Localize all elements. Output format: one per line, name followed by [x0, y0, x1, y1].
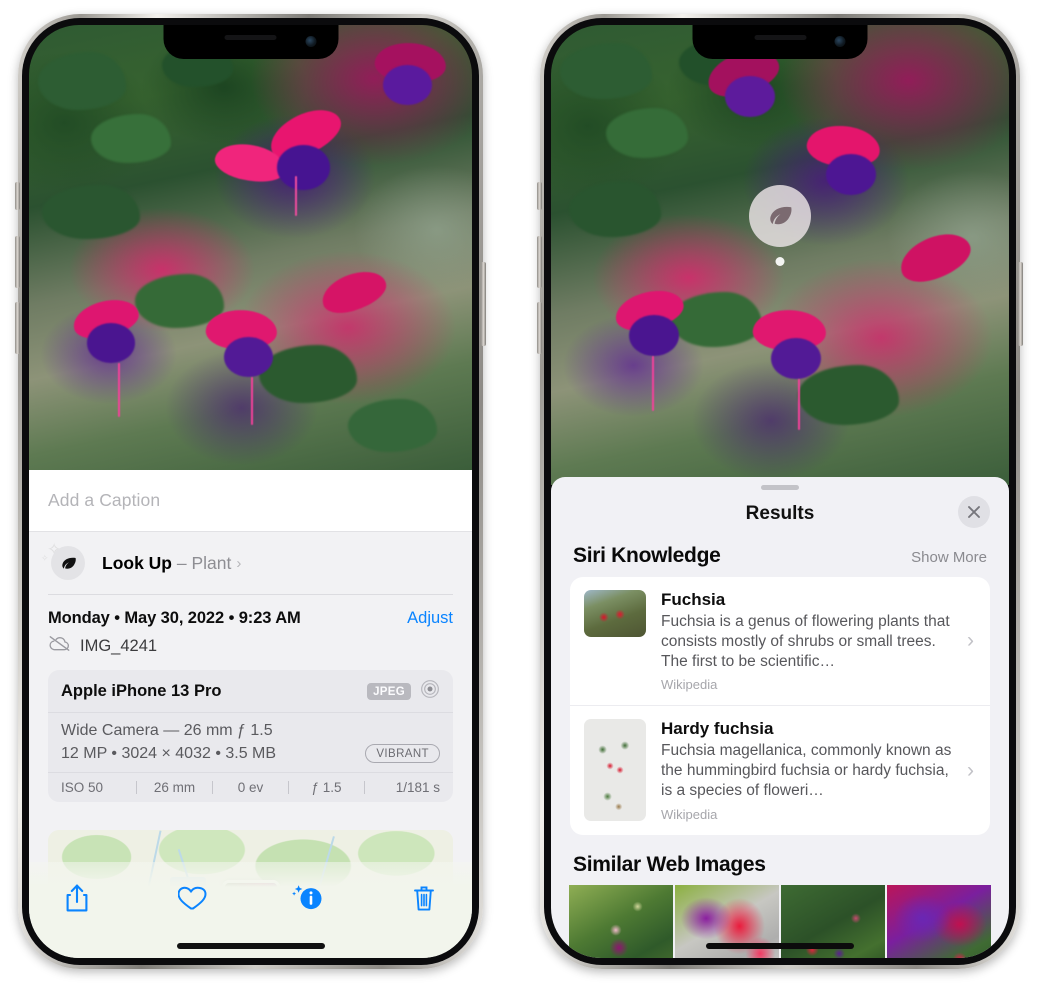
- notch: [692, 25, 868, 59]
- volume-down-button[interactable]: [537, 302, 542, 354]
- look-up-title: Look Up: [102, 552, 172, 573]
- exif-body: Wide Camera — 26 mm ƒ 1.5 12 MP • 3024 ×…: [48, 713, 453, 773]
- similar-web-images-title: Similar Web Images: [573, 852, 766, 876]
- exif-card[interactable]: Apple iPhone 13 Pro JPEG Wide Camera — 2…: [48, 670, 453, 802]
- knowledge-item[interactable]: Fuchsia Fuchsia is a genus of flowering …: [570, 577, 990, 705]
- resolution-info: 12 MP • 3024 × 4032 • 3.5 MB: [61, 744, 277, 762]
- sparkle-small-icon: ✧: [41, 553, 49, 563]
- exif-header: Apple iPhone 13 Pro JPEG: [48, 670, 453, 713]
- siri-knowledge-title: Siri Knowledge: [573, 544, 721, 567]
- caption-field-row[interactable]: Add a Caption: [29, 470, 472, 532]
- look-up-icon-group: ✧ ✧: [41, 541, 88, 583]
- format-badge: JPEG: [367, 683, 411, 700]
- knowledge-title: Fuchsia: [661, 590, 726, 609]
- file-row: IMG_4241: [48, 635, 453, 657]
- photo-viewer[interactable]: [551, 25, 1009, 485]
- knowledge-item[interactable]: Hardy fuchsia Fuchsia magellanica, commo…: [570, 705, 990, 834]
- lens-info: Wide Camera — 26 mm ƒ 1.5: [61, 722, 273, 739]
- siri-knowledge-card: Fuchsia Fuchsia is a genus of flowering …: [570, 577, 990, 835]
- exif-stat-exposure: 0 ev: [237, 780, 264, 795]
- leaf-icon: [770, 206, 792, 225]
- earpiece-speaker: [754, 35, 806, 40]
- exif-stats-row: ISO 50 26 mm 0 ev ƒ 1.5 1/181 s: [48, 773, 453, 802]
- right-iphone-device: Results Siri Knowledge Show More Fuchsia…: [537, 14, 1023, 969]
- exif-stat-focal: 26 mm: [153, 780, 196, 795]
- visual-lookup-anchor-dot: [775, 257, 785, 266]
- exif-stat-shutter: 1/181 s: [395, 780, 440, 795]
- exif-size-row: 12 MP • 3024 × 4032 • 3.5 MB VIBRANT: [61, 744, 440, 763]
- knowledge-title: Hardy fuchsia: [661, 719, 774, 739]
- visual-lookup-badge[interactable]: [749, 185, 811, 247]
- knowledge-text: Hardy fuchsia Fuchsia magellanica, commo…: [646, 719, 967, 821]
- mute-switch[interactable]: [537, 182, 542, 210]
- exif-stat-aperture: ƒ 1.5: [311, 780, 342, 795]
- chevron-right-icon: ›: [236, 554, 242, 572]
- close-icon: [968, 506, 980, 518]
- web-image-1[interactable]: [569, 884, 673, 958]
- look-up-subject: Plant: [191, 552, 232, 573]
- leaf-icon: [51, 546, 85, 580]
- left-screen: Add a Caption ✧ ✧ Look Up – Plant › Mond…: [29, 25, 472, 958]
- home-indicator[interactable]: [706, 943, 854, 949]
- volume-up-button[interactable]: [537, 236, 542, 288]
- exif-badges: JPEG: [367, 679, 440, 704]
- photo-viewer[interactable]: [29, 25, 472, 470]
- mute-switch[interactable]: [15, 182, 20, 210]
- fuchsia-photo: [29, 25, 472, 470]
- date-row: Monday • May 30, 2022 • 9:23 AM Adjust: [48, 609, 453, 628]
- photo-date: Monday • May 30, 2022 • 9:23 AM: [48, 609, 301, 627]
- volume-up-button[interactable]: [15, 236, 20, 288]
- look-up-row[interactable]: ✧ ✧ Look Up – Plant ›: [29, 532, 472, 594]
- knowledge-text: Fuchsia Fuchsia is a genus of flowering …: [646, 590, 967, 692]
- left-iphone-device: Add a Caption ✧ ✧ Look Up – Plant › Mond…: [15, 14, 486, 969]
- fuchsia-photo: [551, 25, 1009, 485]
- similar-web-images-header: Similar Web Images: [551, 835, 1009, 883]
- results-title: Results: [745, 503, 815, 524]
- right-screen: Results Siri Knowledge Show More Fuchsia…: [551, 25, 1009, 958]
- cloud-slash-icon: [48, 635, 71, 657]
- knowledge-source: Wikipedia: [661, 677, 718, 693]
- delete-button[interactable]: [402, 876, 446, 920]
- camera-device-name: Apple iPhone 13 Pro: [61, 682, 222, 700]
- photo-info-sheet: Add a Caption ✧ ✧ Look Up – Plant › Mond…: [29, 470, 472, 958]
- power-button[interactable]: [1018, 262, 1023, 346]
- photo-style-badge: VIBRANT: [365, 744, 440, 763]
- screenshot-root: Add a Caption ✧ ✧ Look Up – Plant › Mond…: [0, 0, 1055, 985]
- chevron-right-icon: ›: [967, 629, 974, 653]
- results-sheet: Results Siri Knowledge Show More Fuchsia…: [551, 477, 1009, 958]
- favorite-button[interactable]: [171, 876, 215, 920]
- volume-down-button[interactable]: [15, 302, 20, 354]
- earpiece-speaker: [224, 35, 277, 40]
- exif-stat-iso: ISO 50: [61, 780, 104, 795]
- knowledge-description: Fuchsia is a genus of flowering plants t…: [661, 613, 950, 670]
- adjust-button[interactable]: Adjust: [407, 609, 453, 628]
- results-header: Results: [551, 490, 1009, 538]
- front-camera: [834, 36, 846, 47]
- look-up-separator: –: [176, 552, 187, 573]
- power-button[interactable]: [481, 262, 486, 346]
- photo-date-block: Monday • May 30, 2022 • 9:23 AM Adjust I…: [29, 595, 472, 657]
- web-image-4[interactable]: [887, 884, 991, 958]
- file-name: IMG_4241: [80, 636, 158, 655]
- siri-knowledge-header: Siri Knowledge Show More: [551, 538, 1009, 577]
- knowledge-thumbnail: [584, 590, 646, 637]
- notch: [163, 25, 338, 59]
- caption-placeholder: Add a Caption: [48, 490, 161, 510]
- look-up-label: Look Up – Plant: [102, 553, 231, 574]
- info-button[interactable]: [286, 876, 330, 920]
- close-button[interactable]: [958, 496, 990, 528]
- front-camera: [305, 36, 316, 47]
- show-more-button[interactable]: Show More: [911, 549, 987, 566]
- share-button[interactable]: [55, 876, 99, 920]
- home-indicator[interactable]: [176, 943, 325, 949]
- aperture-icon: [420, 679, 440, 704]
- knowledge-source: Wikipedia: [661, 806, 718, 822]
- knowledge-description: Fuchsia magellanica, commonly known as t…: [661, 742, 952, 800]
- knowledge-thumbnail: [584, 719, 646, 822]
- chevron-right-icon: ›: [967, 758, 974, 782]
